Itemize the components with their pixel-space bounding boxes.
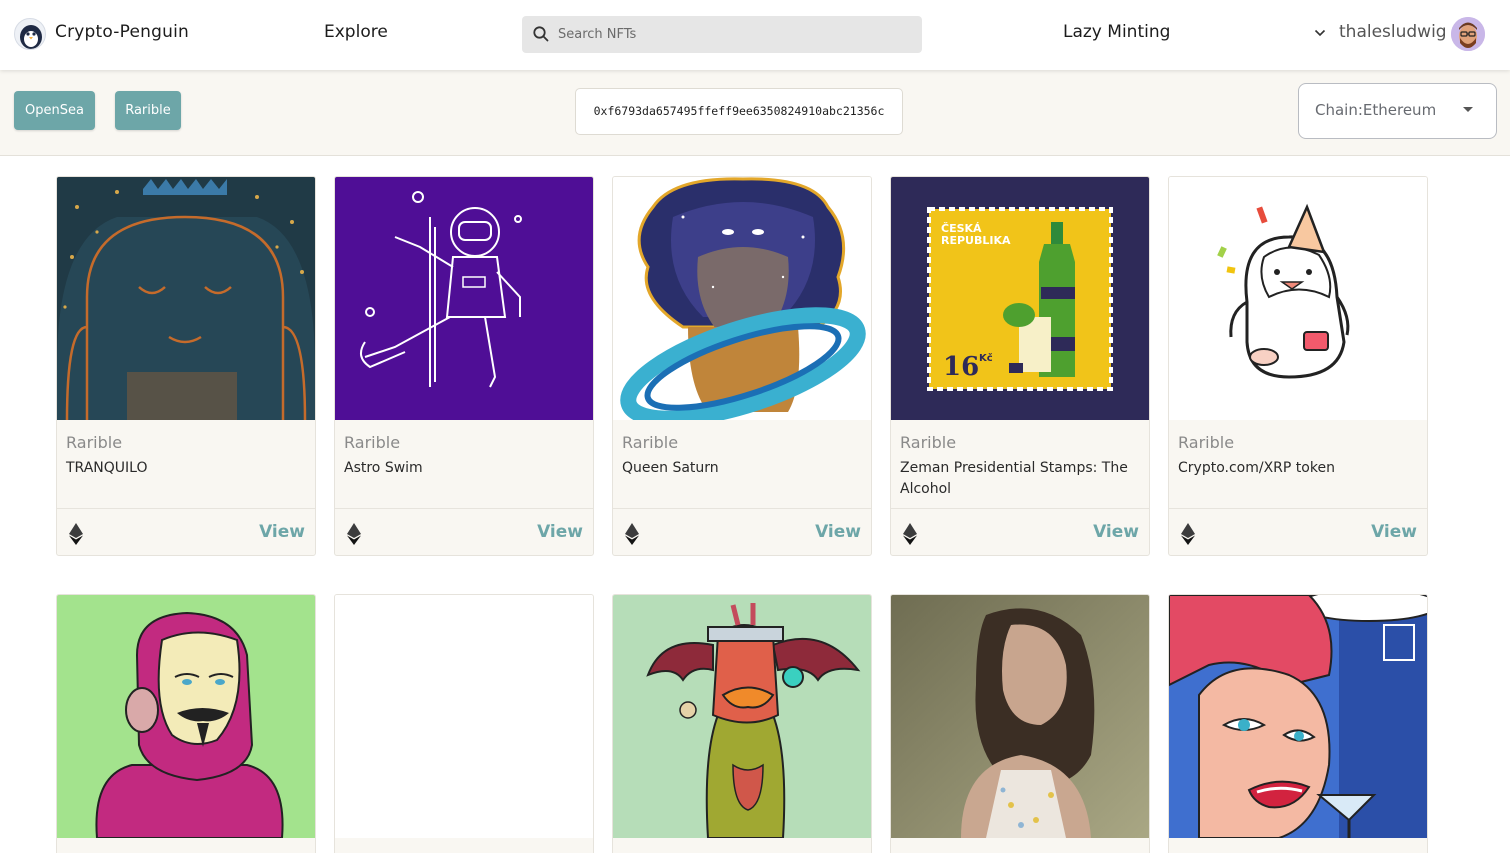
chevron-down-icon[interactable] xyxy=(1313,26,1327,40)
nft-image-pop-art[interactable] xyxy=(1169,595,1427,838)
filter-toolbar: OpenSea Rarible 0xf6793da657495ffeff9ee6… xyxy=(0,70,1510,156)
view-button[interactable]: View xyxy=(259,522,305,542)
nft-title: Crypto.com/XRP token xyxy=(1178,460,1335,476)
search-icon xyxy=(533,26,549,42)
chain-select[interactable]: Chain:Ethereum xyxy=(1298,83,1497,139)
card-footer: View xyxy=(335,508,593,555)
nav-explore-link[interactable]: Explore xyxy=(324,22,388,42)
nft-image-woman-photo[interactable] xyxy=(891,595,1149,838)
nft-card[interactable] xyxy=(612,594,872,853)
nft-marketplace-label: Rarible xyxy=(900,433,957,452)
nft-title: Queen Saturn xyxy=(622,460,719,476)
nft-card[interactable]: Rarible Queen Saturn View xyxy=(612,176,872,556)
chain-select-value: Chain:Ethereum xyxy=(1315,101,1437,119)
card-footer: View xyxy=(891,508,1149,555)
nft-marketplace-label: Rarible xyxy=(1178,433,1235,452)
ethereum-icon xyxy=(903,523,917,545)
nft-card[interactable] xyxy=(890,594,1150,853)
ethereum-icon xyxy=(69,523,83,545)
nft-title: Zeman Presidential Stamps: The Alcohol xyxy=(900,460,1128,497)
nft-image-astro-swim[interactable] xyxy=(335,177,593,420)
svg-text:Kč: Kč xyxy=(979,352,993,364)
svg-text:REPUBLIKA: REPUBLIKA xyxy=(941,234,1011,247)
ethereum-icon xyxy=(1181,523,1195,545)
nav-lazy-minting-link[interactable]: Lazy Minting xyxy=(1063,22,1170,42)
nft-image-masked-monkey[interactable] xyxy=(57,595,315,838)
svg-text:16: 16 xyxy=(943,352,979,382)
avatar[interactable] xyxy=(1451,17,1485,51)
nft-marketplace-label: Rarible xyxy=(66,433,123,452)
view-button[interactable]: View xyxy=(1371,522,1417,542)
nft-marketplace-label: Rarible xyxy=(344,433,401,452)
nft-card[interactable] xyxy=(56,594,316,853)
opensea-button[interactable]: OpenSea xyxy=(14,91,95,130)
ethereum-icon xyxy=(347,523,361,545)
caret-down-icon xyxy=(1463,107,1473,112)
nft-card[interactable] xyxy=(1168,594,1428,853)
card-footer: View xyxy=(613,508,871,555)
view-button[interactable]: View xyxy=(1093,522,1139,542)
card-footer: View xyxy=(57,508,315,555)
search-bar xyxy=(522,16,922,53)
nft-card[interactable] xyxy=(334,594,594,853)
search-input[interactable] xyxy=(558,16,918,53)
view-button[interactable]: View xyxy=(815,522,861,542)
nft-image-blank[interactable] xyxy=(335,595,593,838)
username-label[interactable]: thalesludwig xyxy=(1339,22,1447,42)
nft-marketplace-label: Rarible xyxy=(622,433,679,452)
brand-name[interactable]: Crypto-Penguin xyxy=(55,22,189,42)
nft-image-zeman-stamp[interactable]: ČESKÁ REPUBLIKA 16 Kč xyxy=(891,177,1149,420)
nft-card[interactable]: Rarible Crypto.com/XRP token View xyxy=(1168,176,1428,556)
view-button[interactable]: View xyxy=(537,522,583,542)
rarible-button[interactable]: Rarible xyxy=(115,91,181,130)
card-footer: View xyxy=(1169,508,1427,555)
top-navbar: Crypto-Penguin Explore Lazy Minting thal… xyxy=(0,0,1510,70)
nft-title: Astro Swim xyxy=(344,460,423,476)
ethereum-icon xyxy=(625,523,639,545)
wallet-address-field[interactable]: 0xf6793da657495ffeff9ee6350824910abc2135… xyxy=(575,88,903,135)
nft-image-tranquilo[interactable] xyxy=(57,177,315,420)
nft-image-winged-creature[interactable] xyxy=(613,595,871,838)
nft-image-queen-saturn[interactable] xyxy=(613,177,871,420)
nft-image-penguin[interactable] xyxy=(1169,177,1427,420)
nft-card[interactable]: Rarible TRANQUILO View xyxy=(56,176,316,556)
nft-card[interactable]: Rarible Astro Swim View xyxy=(334,176,594,556)
nft-card[interactable]: ČESKÁ REPUBLIKA 16 Kč Rarible Zeman Pres… xyxy=(890,176,1150,556)
penguin-logo-icon[interactable] xyxy=(14,18,46,50)
nft-title: TRANQUILO xyxy=(66,460,148,476)
